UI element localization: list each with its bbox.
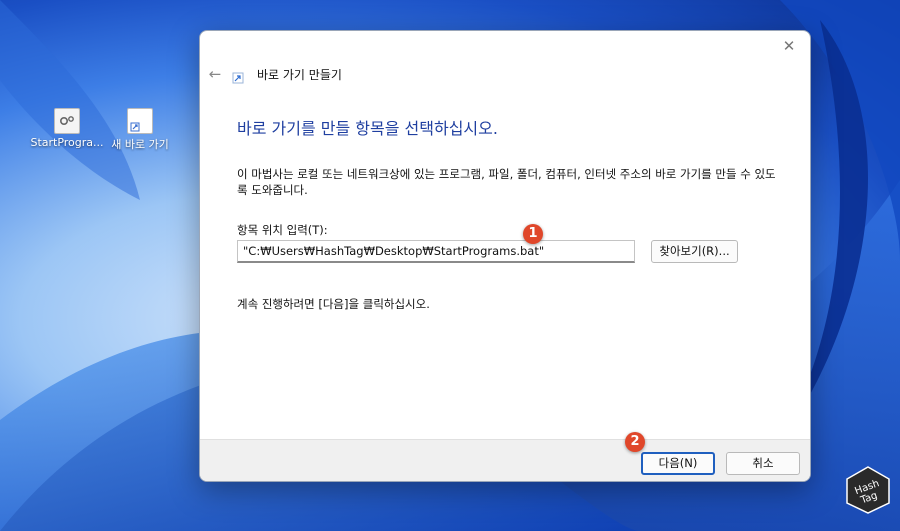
wizard-description: 이 마법사는 로컬 또는 네트워크상에 있는 프로그램, 파일, 폴더, 컴퓨터…	[237, 167, 776, 197]
close-icon: ✕	[782, 37, 796, 55]
next-button[interactable]: 다음(N)	[641, 452, 715, 475]
dialog-title: 바로 가기 만들기	[257, 68, 342, 82]
cancel-button[interactable]: 취소	[726, 452, 800, 475]
desktop-icon-new-shortcut[interactable]: 새 바로 가기	[100, 108, 180, 152]
desktop-background: StartProgra... 새 바로 가기 ✕ ← 바로 가기 만들기 바로 …	[0, 0, 900, 531]
desktop-icon-label: StartProgra...	[30, 136, 104, 149]
annotation-badge-1: 1	[523, 224, 543, 244]
settings-script-icon	[54, 108, 80, 134]
desktop-icon-startprograms[interactable]: StartProgra...	[27, 108, 107, 149]
hashtag-logo: Hash Tag	[846, 466, 890, 514]
page-heading: 바로 가기를 만들 항목을 선택하십시오.	[237, 119, 498, 138]
browse-button[interactable]: 찾아보기(R)...	[651, 240, 738, 263]
create-shortcut-dialog: ✕ ← 바로 가기 만들기 바로 가기를 만들 항목을 선택하십시오. 이 마법…	[199, 30, 811, 482]
close-button[interactable]: ✕	[776, 35, 802, 57]
location-label: 항목 위치 입력(T):	[237, 223, 328, 237]
back-arrow-icon: ←	[208, 65, 222, 83]
dialog-footer: 다음(N) 취소 2	[200, 432, 810, 481]
shortcut-file-icon	[127, 108, 153, 134]
back-button[interactable]: ←	[206, 65, 224, 83]
annotation-badge-2: 2	[625, 432, 645, 452]
shortcut-icon	[232, 69, 244, 84]
continue-instruction: 계속 진행하려면 [다음]을 클릭하십시오.	[237, 297, 430, 311]
location-input[interactable]: "C:₩Users₩HashTag₩Desktop₩StartPrograms.…	[237, 240, 635, 263]
desktop-icon-label: 새 바로 가기	[111, 138, 169, 151]
